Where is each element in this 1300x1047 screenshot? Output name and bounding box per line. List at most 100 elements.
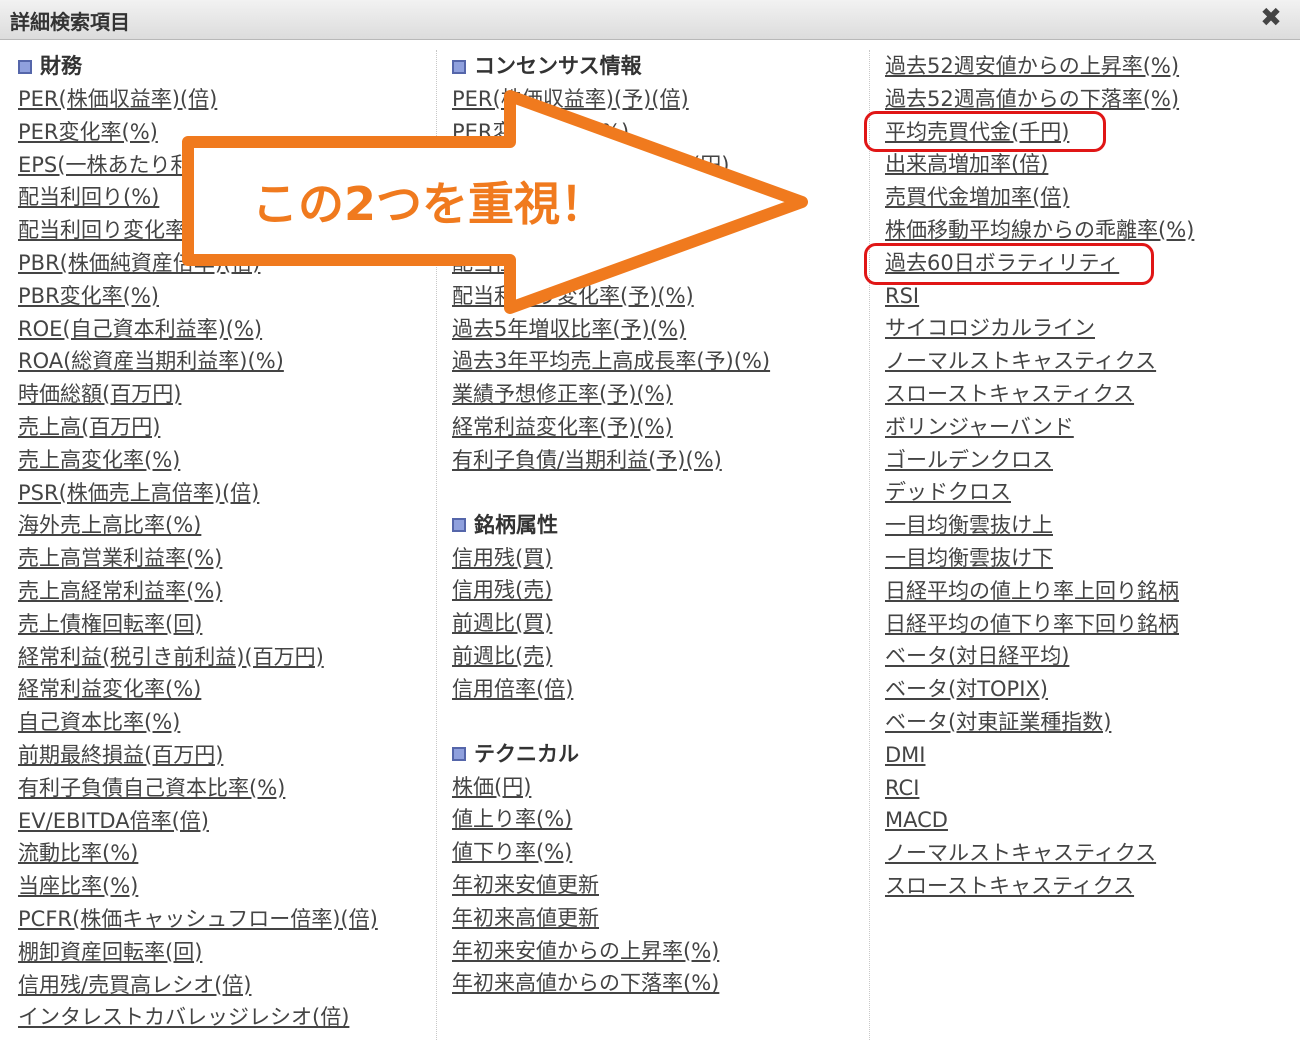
search-field-link[interactable]: 信用残(売) [452,578,552,602]
search-field-link[interactable]: 信用残/売買高レシオ(倍) [18,973,251,997]
search-field-link[interactable]: 売上高営業利益率(%) [18,546,222,570]
list-item: 前週比(買) [452,607,862,640]
search-field-link[interactable]: 年初来高値更新 [452,906,599,930]
search-field-link[interactable]: 一目均衡雲抜け上 [885,513,1053,537]
search-field-link[interactable]: 株価移動平均線からの乖離率(%) [885,218,1194,242]
column-right: 過去52週安値からの上昇率(%) 過去52週高値からの下落率(%) 平均売買代金(千… [885,50,1295,903]
list-item: 信用倍率(倍) [452,673,862,706]
search-field-link[interactable]: 一目均衡雲抜け下 [885,546,1053,570]
search-field-link[interactable]: ノーマルストキャスティクス [885,349,1156,373]
section-header-consensus: コンセンサス情報 [452,50,862,83]
search-field-link[interactable]: 日経平均の値上り率上回り銘柄 [885,579,1179,603]
search-field-link[interactable]: サイコロジカルライン [885,316,1095,340]
search-field-link[interactable]: 前週比(売) [452,644,552,668]
list-item: PCFR(株価キャッシュフロー倍率)(倍) [18,903,428,936]
list-item: DMI [885,739,1295,772]
search-field-link[interactable]: 出来高増加率(倍) [885,152,1048,176]
search-field-link[interactable]: 経常利益変化率(予)(%) [452,415,673,439]
search-field-link[interactable]: 値下り率(%) [452,840,572,864]
search-field-link[interactable]: ボリンジャーバンド [885,415,1074,439]
section-title: コンセンサス情報 [474,54,642,78]
search-field-link[interactable]: 過去52週高値からの下落率(%) [885,87,1179,111]
search-field-link[interactable]: ROE(自己資本利益率)(%) [18,317,262,341]
search-field-link[interactable]: 流動比率(%) [18,841,138,865]
list-item: 経常利益変化率(予)(%) [452,411,862,444]
search-field-link[interactable]: 値上り率(%) [452,807,572,831]
list-item: 株価(円) [452,771,862,804]
search-field-link[interactable]: ROA(総資産当期利益率)(%) [18,349,284,373]
search-field-link[interactable]: ベータ(対TOPIX) [885,677,1048,701]
list-item: インタレストカバレッジレシオ(倍) [18,1001,428,1034]
search-field-link[interactable]: 日経平均の値下り率下回り銘柄 [885,612,1179,636]
search-field-link[interactable]: スローストキャスティクス [885,382,1134,406]
search-field-link[interactable]: 年初来安値からの上昇率(%) [452,939,719,963]
list-item: 前週比(売) [452,640,862,673]
list-item: 日経平均の値下り率下回り銘柄 [885,608,1295,641]
search-field-link[interactable]: MACD [885,808,948,832]
search-field-link[interactable]: ベータ(対日経平均) [885,644,1069,668]
search-field-link[interactable]: 前週比(買) [452,611,552,635]
search-field-link[interactable]: 自己資本比率(%) [18,710,180,734]
list-item: ベータ(対東証業種指数) [885,706,1295,739]
search-field-link[interactable]: 前期最終損益(百万円) [18,743,223,767]
search-field-link[interactable]: 過去5年増収比率(予)(%) [452,317,686,341]
search-field-link[interactable]: インタレストカバレッジレシオ(倍) [18,1005,349,1029]
list-item: 年初来高値からの下落率(%) [452,967,862,1000]
search-field-link[interactable]: デッドクロス [885,480,1011,504]
search-field-link[interactable]: 売上高変化率(%) [18,448,180,472]
search-field-link[interactable]: 時価総額(百万円) [18,382,181,406]
section-header-technical: テクニカル [452,738,862,771]
search-field-link[interactable]: 棚卸資産回転率(回) [18,940,202,964]
search-field-link[interactable]: 売買代金増加率(倍) [885,185,1069,209]
search-field-link[interactable]: 株価(円) [452,775,531,799]
search-field-link[interactable]: 売上高経常利益率(%) [18,579,222,603]
search-field-link[interactable]: ノーマルストキャスティクス [885,841,1156,865]
list-item: 時価総額(百万円) [18,378,428,411]
search-field-link[interactable]: PSR(株価売上高倍率)(倍) [18,481,259,505]
search-field-link[interactable]: 売上高(百万円) [18,415,160,439]
search-field-link[interactable]: 年初来高値からの下落率(%) [452,971,719,995]
arrow-label: この2つを重視！ [252,177,607,231]
search-field-link[interactable]: 信用倍率(倍) [452,677,573,701]
search-field-link[interactable]: RSI [885,284,919,308]
search-field-link[interactable]: 年初来安値更新 [452,873,599,897]
list-item: EV/EBITDA倍率(倍) [18,805,428,838]
search-field-link[interactable]: PCFR(株価キャッシュフロー倍率)(倍) [18,907,378,931]
search-field-link[interactable]: PER変化率(%) [18,120,158,144]
search-field-link[interactable]: 業績予想修正率(予)(%) [452,382,673,406]
search-field-link[interactable]: 過去3年平均売上高成長率(予)(%) [452,349,770,373]
search-field-link[interactable]: ベータ(対東証業種指数) [885,710,1111,734]
list-item: ノーマルストキャスティクス [885,837,1295,870]
highlight-volatility [864,243,1154,285]
search-field-link[interactable]: PBR変化率(%) [18,284,159,308]
search-field-link[interactable]: 配当利回り(%) [18,185,159,209]
search-field-link[interactable]: 経常利益変化率(%) [18,677,201,701]
search-field-link[interactable]: 信用残(買) [452,546,552,570]
search-field-link[interactable]: DMI [885,743,925,767]
list-item: ROE(自己資本利益率)(%) [18,313,428,346]
list-item: 過去52週安値からの上昇率(%) [885,50,1295,83]
search-field-link[interactable]: 有利子負債自己資本比率(%) [18,776,285,800]
list-item: 前期最終損益(百万円) [18,739,428,772]
list-item: ベータ(対日経平均) [885,640,1295,673]
list-item: 有利子負債/当期利益(予)(%) [452,444,862,477]
search-field-link[interactable]: EV/EBITDA倍率(倍) [18,809,209,833]
search-field-link[interactable]: 海外売上高比率(%) [18,513,201,537]
search-field-link[interactable]: 過去52週安値からの上昇率(%) [885,54,1179,78]
search-field-link[interactable]: RCI [885,776,919,800]
list-item: 過去3年平均売上高成長率(予)(%) [452,345,862,378]
list-item: ボリンジャーバンド [885,411,1295,444]
section-square-icon [18,59,32,74]
list-item: PSR(株価売上高倍率)(倍) [18,477,428,510]
search-field-link[interactable]: 売上債権回転率(回) [18,612,202,636]
search-field-link[interactable]: 有利子負債/当期利益(予)(%) [452,448,722,472]
search-field-link[interactable]: 当座比率(%) [18,874,138,898]
list-item: 株価移動平均線からの乖離率(%) [885,214,1295,247]
search-field-link[interactable]: 経常利益(税引き前利益)(百万円) [18,645,324,669]
search-field-link[interactable]: ゴールデンクロス [885,448,1053,472]
close-icon[interactable]: ✖ [1258,4,1284,32]
search-field-link[interactable]: スローストキャスティクス [885,874,1134,898]
list-item: 年初来安値更新 [452,869,862,902]
